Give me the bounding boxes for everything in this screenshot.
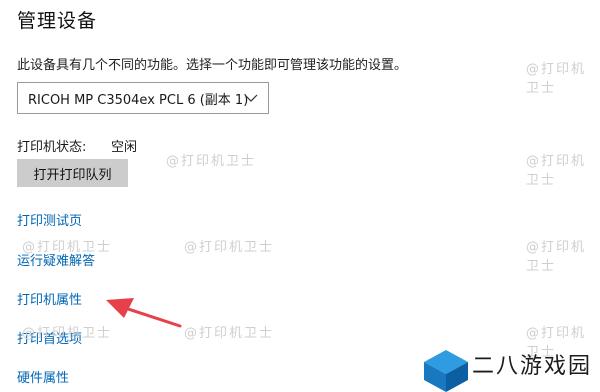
device-select-value: RICOH MP C3504ex PCL 6 (副本 1) [28, 92, 249, 108]
device-select[interactable]: RICOH MP C3504ex PCL 6 (副本 1) [17, 82, 269, 114]
watermark: @打印机卫士 [526, 154, 587, 188]
brand-name: 二八游戏园 [472, 354, 593, 379]
printer-properties-link[interactable]: 打印机属性 [17, 289, 82, 308]
watermark: @打印机卫士 [184, 240, 275, 255]
page-description: 此设备具有几个不同的功能。选择一个功能即可管理该功能的设置。 [17, 58, 408, 73]
chevron-down-icon [244, 94, 258, 102]
watermark: @打印机卫士 [184, 326, 275, 341]
page-title: 管理设备 [17, 10, 98, 32]
printer-status-value: 空闲 [111, 140, 138, 155]
watermark: @打印机卫士 [166, 154, 257, 169]
hardware-properties-link[interactable]: 硬件属性 [17, 367, 69, 386]
printing-preferences-link[interactable]: 打印首选项 [17, 328, 82, 347]
watermark: @打印机卫士 [526, 62, 587, 96]
watermark: @打印机卫士 [526, 240, 587, 274]
run-troubleshooter-link[interactable]: 运行疑难解答 [17, 250, 95, 269]
print-test-page-link[interactable]: 打印测试页 [17, 210, 82, 229]
printer-status-label: 打印机状态: [17, 140, 87, 155]
printer-status-row: 打印机状态: 空闲 [17, 136, 137, 155]
open-print-queue-button[interactable]: 打开打印队列 [17, 159, 128, 187]
